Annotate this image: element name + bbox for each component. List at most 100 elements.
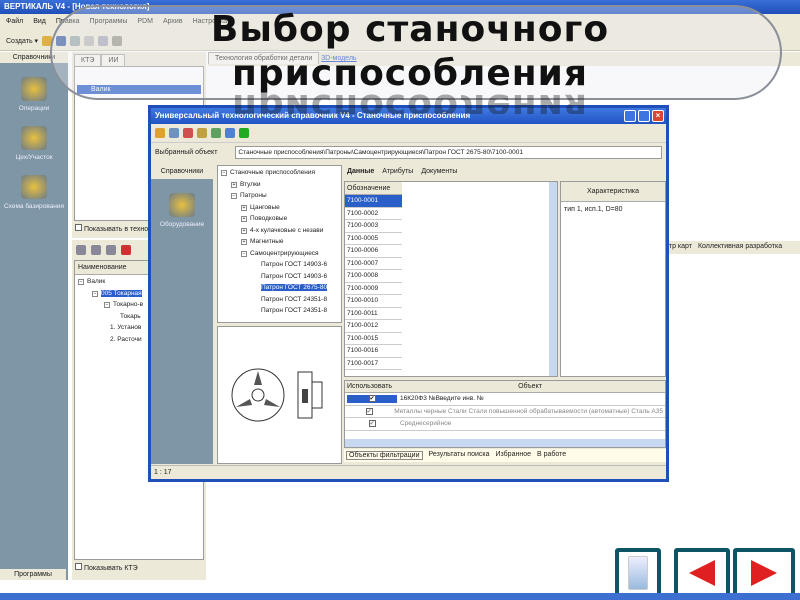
- node-label: 005 Токарная: [101, 289, 142, 297]
- status-text: 1 : 17: [154, 469, 172, 476]
- object-cell: Среднесерийное: [400, 420, 452, 427]
- node-label: Втулки: [240, 180, 261, 188]
- tree-node[interactable]: Патрон ГОСТ 2675-80: [221, 284, 338, 296]
- node-label: Патрон ГОСТ 14903-6: [261, 261, 328, 268]
- tree-node[interactable]: Патрон ГОСТ 24351-8: [221, 307, 338, 319]
- characteristic-panel: Характеристика тип 1, исп.1, D=80: [560, 181, 666, 377]
- create-button[interactable]: Создать ▾: [6, 37, 38, 45]
- title-reflection: приспособления: [100, 84, 720, 114]
- designation-row[interactable]: 7100-0002: [345, 208, 402, 220]
- sidebar-label: Цех/Участок: [15, 154, 53, 161]
- tab-favorites[interactable]: Избранное: [496, 451, 531, 460]
- designation-row[interactable]: 7100-0011: [345, 308, 402, 320]
- tool-icon[interactable]: [225, 128, 235, 138]
- node-label: Цанговые: [250, 203, 280, 211]
- home-button[interactable]: [615, 548, 661, 598]
- grid-row[interactable]: ✔ Среднесерийное: [345, 418, 665, 431]
- designation-row[interactable]: 7100-0016: [345, 345, 402, 358]
- designation-row[interactable]: 7100-0007: [345, 258, 402, 270]
- category-tree[interactable]: − Станочные приспособления + Втулки − Патро…: [217, 165, 342, 323]
- tree-node[interactable]: Патрон ГОСТ 14903-6: [221, 261, 338, 273]
- node-label: Поводковые: [250, 215, 288, 222]
- tree-node[interactable]: − Самоцентрирующиеся: [221, 250, 338, 262]
- title-reflection-text: приспособления: [231, 86, 589, 114]
- node-label: Станочные приспособления: [230, 169, 316, 176]
- node-label: Самоцентрирующиеся: [250, 249, 319, 257]
- node-label: 1. Установ: [110, 324, 142, 331]
- result-tabs: Объекты фильтрации Результаты поиска Изб…: [344, 449, 666, 462]
- use-checkbox[interactable]: ✔: [368, 420, 376, 427]
- designation-row[interactable]: 7100-0006: [345, 245, 402, 258]
- grid-row[interactable]: ✔ 16К20Ф3 №Введите инв. №: [345, 393, 665, 406]
- show-in-tech-checkbox[interactable]: [75, 224, 82, 231]
- designation-list: Обозначение 7100-0001 7100-0002 7100-0003 7…: [344, 181, 558, 377]
- equipment-icon: [169, 193, 195, 217]
- tab-search-results[interactable]: Результаты поиска: [429, 451, 490, 460]
- designation-row[interactable]: 7100-0003: [345, 220, 402, 233]
- tree-node[interactable]: +4-х кулачковые с незави: [221, 227, 338, 239]
- sidebar-label: Операции: [18, 105, 50, 112]
- operations-icon: [21, 77, 47, 101]
- menu-file[interactable]: Файл: [6, 18, 23, 27]
- tree-node[interactable]: − Станочные приспособления: [221, 169, 338, 181]
- tab-collaborative[interactable]: Коллективная разработка: [698, 243, 782, 252]
- tree-node[interactable]: Патрон ГОСТ 14903-6: [221, 273, 338, 285]
- designation-row[interactable]: 7100-0001: [345, 195, 402, 208]
- check-icon[interactable]: [239, 128, 249, 138]
- add-child-icon[interactable]: [91, 245, 101, 255]
- tab-documents[interactable]: Документы: [421, 168, 457, 177]
- node-label: Валик: [87, 278, 106, 285]
- tool-icon[interactable]: [183, 128, 193, 138]
- use-checkbox[interactable]: ✔: [365, 407, 373, 415]
- tree-node[interactable]: + Магнитные: [221, 238, 338, 250]
- show-kte-checkbox[interactable]: [75, 563, 82, 570]
- designation-row[interactable]: 7100-0009: [345, 283, 402, 295]
- tab-attributes[interactable]: Атрибуты: [382, 168, 413, 177]
- designation-row[interactable]: 7100-0005: [345, 233, 402, 245]
- column-use: Использовать: [347, 383, 393, 390]
- horizontal-scrollbar[interactable]: [345, 439, 665, 447]
- selected-object-field[interactable]: Станочные приспособления\Патроны\Самоцен…: [235, 146, 662, 159]
- sidebar-item-workshop[interactable]: Цех/Участок: [0, 126, 68, 161]
- tree-node[interactable]: − Патроны: [221, 192, 338, 204]
- tree-icon[interactable]: [106, 245, 116, 255]
- column-designation: Обозначение: [345, 182, 402, 195]
- tool-icon[interactable]: [197, 128, 207, 138]
- use-checkbox[interactable]: ✔: [368, 395, 376, 402]
- add-icon[interactable]: [76, 245, 86, 255]
- grid-row[interactable]: ✔ Металлы черные Стали Стали повышенной о…: [345, 406, 665, 418]
- node-label: Патрон ГОСТ 14903-6: [261, 272, 328, 280]
- tree-node[interactable]: + Поводковые: [221, 215, 338, 227]
- tree-node[interactable]: Патрон ГОСТ 24351-8: [221, 296, 338, 308]
- tree-node[interactable]: + Втулки: [221, 181, 338, 193]
- designation-row[interactable]: 7100-0017: [345, 358, 402, 370]
- menu-view[interactable]: Вид: [33, 18, 46, 27]
- tab-data[interactable]: Данные: [347, 168, 374, 177]
- designation-row[interactable]: 7100-0015: [345, 333, 402, 345]
- slide-title: Выбор станочного приспособления: [100, 8, 720, 96]
- node-label: Патроны: [240, 192, 267, 199]
- sidebar-item-basing-scheme[interactable]: Схема базирования: [0, 175, 68, 210]
- chuck-drawing-icon: [231, 368, 323, 422]
- tool-icon[interactable]: [155, 128, 165, 138]
- sidebar-item-operations[interactable]: Операции: [0, 77, 68, 112]
- reference-dialog: Универсальный технологический справочник…: [148, 105, 669, 482]
- scrollbar[interactable]: [549, 182, 557, 376]
- next-button[interactable]: [733, 548, 795, 598]
- taskbar: [0, 593, 800, 600]
- designation-row[interactable]: 7100-0008: [345, 270, 402, 283]
- tree-node[interactable]: + Цанговые: [221, 204, 338, 216]
- designation-row[interactable]: 7100-0010: [345, 295, 402, 308]
- title-line-1: Выбор станочного: [210, 9, 610, 50]
- tool-icon[interactable]: [169, 128, 179, 138]
- tool-icon[interactable]: [211, 128, 221, 138]
- tab-in-progress[interactable]: В работе: [537, 451, 566, 460]
- previous-button[interactable]: [674, 548, 730, 598]
- delete-icon[interactable]: [121, 245, 131, 255]
- designation-row[interactable]: 7100-0012: [345, 320, 402, 333]
- sidebar-item-equipment[interactable]: Оборудование: [151, 193, 213, 228]
- tab-filter-objects[interactable]: Объекты фильтрации: [346, 451, 423, 460]
- programs-button[interactable]: Программы: [0, 569, 66, 580]
- characteristic-header: Характеристика: [561, 182, 665, 202]
- node-label: Токарь: [120, 312, 141, 320]
